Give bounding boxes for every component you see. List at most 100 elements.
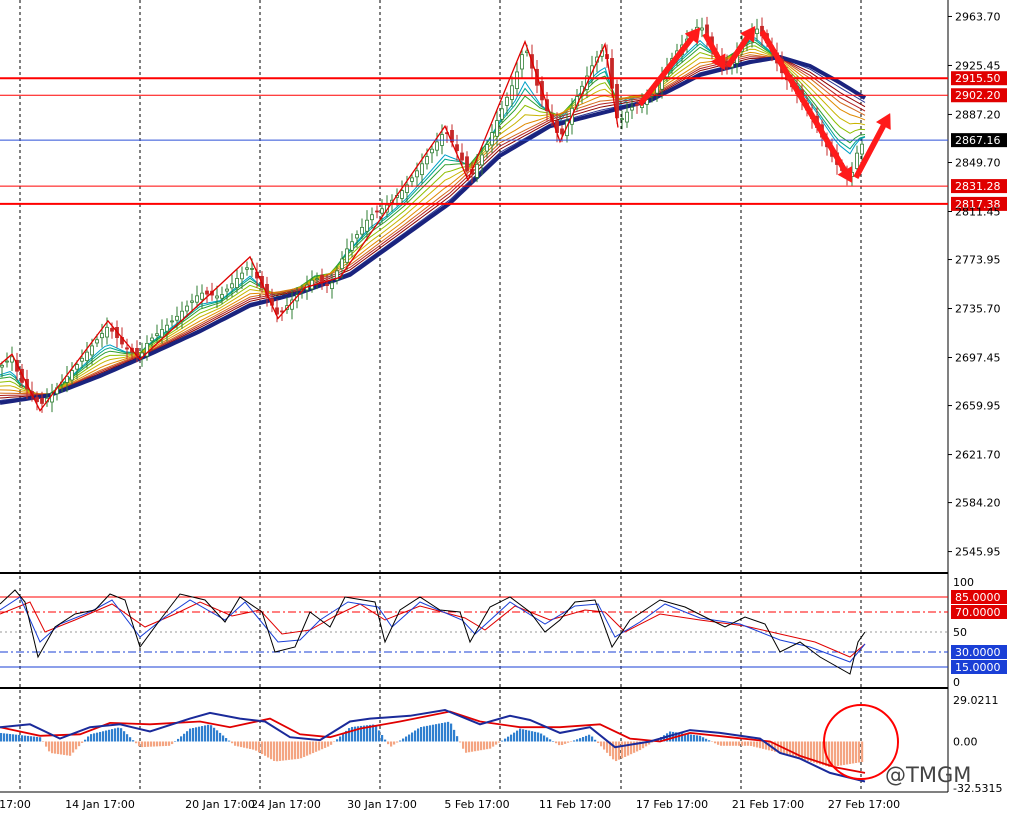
macd-hist-bar-180 <box>540 733 543 742</box>
macd-hist-bar-185 <box>555 741 558 744</box>
macd-hist-bar-26 <box>78 741 81 747</box>
macd-hist-bar-108 <box>324 741 327 748</box>
macd-hist-bar-160 <box>480 741 483 751</box>
candle-body-38 <box>190 300 194 303</box>
macd-hist-bar-248 <box>744 741 747 746</box>
candle-body-112 <box>560 128 564 135</box>
macd-hist-bar-243 <box>729 741 732 746</box>
macd-hist-bar-28 <box>84 739 87 742</box>
macd-hist-bar-205 <box>615 741 618 762</box>
macd-hist-bar-174 <box>522 729 525 742</box>
macd-hist-bar-49 <box>147 741 150 747</box>
macd-hist-bar-85 <box>255 741 258 751</box>
macd-hist-bar-245 <box>735 741 738 746</box>
level-tag-text-1: 2902.20 <box>955 89 1001 102</box>
macd-hist-bar-172 <box>516 730 519 742</box>
candle-body-72 <box>360 226 364 235</box>
macd-hist-bar-58 <box>174 741 177 742</box>
candle-body-85 <box>425 156 429 165</box>
macd-hist-bar-22 <box>66 741 69 756</box>
macd-hist-bar-129 <box>387 741 390 745</box>
macd-hist-bar-273 <box>819 741 822 765</box>
macd-hist-bar-284 <box>852 741 855 764</box>
macd-hist-bar-235 <box>705 738 708 742</box>
macd-hist-bar-61 <box>183 733 186 742</box>
macd-hist-bar-184 <box>552 741 555 742</box>
level-tag-text-3: 2831.28 <box>955 180 1001 193</box>
macd-hist-bar-183 <box>549 739 552 742</box>
macd-hist-bar-7 <box>21 735 24 742</box>
macd-hist-bar-239 <box>717 741 720 745</box>
macd-hist-bar-209 <box>627 741 630 756</box>
macd-hist-bar-113 <box>339 736 342 742</box>
macd-hist-bar-19 <box>57 741 60 755</box>
macd-hist-bar-135 <box>405 736 408 742</box>
candle-body-80 <box>400 190 404 199</box>
macd-hist-bar-149 <box>447 721 450 742</box>
macd-hist-bar-39 <box>117 727 120 742</box>
macd-hist-bar-278 <box>834 741 837 767</box>
price-tick-1: 2925.45 <box>955 59 1001 72</box>
macd-hist-bar-104 <box>312 741 315 754</box>
price-tick-0: 2963.70 <box>955 10 1001 23</box>
candle-body-14 <box>70 370 74 381</box>
macd-hist-bar-252 <box>756 741 759 748</box>
candle-body-74 <box>370 214 374 221</box>
macd-hist-bar-206 <box>618 741 621 760</box>
macd-hist-bar-138 <box>414 730 417 742</box>
macd-hist-bar-161 <box>483 741 486 750</box>
macd-hist-bar-94 <box>282 741 285 761</box>
macd-tick-1: 0.00 <box>953 735 978 748</box>
macd-hist-bar-247 <box>741 741 744 746</box>
macd-hist-bar-33 <box>99 731 102 742</box>
macd-hist-bar-134 <box>402 738 405 742</box>
macd-hist-bar-51 <box>153 741 156 747</box>
candle-body-104 <box>520 54 524 70</box>
macd-hist-bar-146 <box>438 723 441 742</box>
candle-body-15 <box>75 364 79 370</box>
macd-hist-bar-165 <box>495 741 498 745</box>
candle-body-30 <box>150 337 154 342</box>
macd-hist-bar-279 <box>837 741 840 766</box>
price-tick-11: 2545.95 <box>955 546 1001 559</box>
macd-hist-bar-34 <box>102 731 105 742</box>
macd-hist-bar-100 <box>300 741 303 759</box>
macd-hist-bar-262 <box>786 741 789 755</box>
macd-hist-bar-82 <box>246 741 249 749</box>
macd-hist-bar-98 <box>294 741 297 760</box>
macd-hist-bar-171 <box>513 732 516 742</box>
candle-body-49 <box>245 267 249 270</box>
candle-body-127 <box>635 103 639 106</box>
macd-hist-bar-140 <box>420 727 423 742</box>
macd-hist-bar-170 <box>510 734 513 742</box>
time-tick-6: 11 Feb 17:00 <box>539 798 611 811</box>
macd-hist-bar-241 <box>723 741 726 746</box>
macd-hist-bar-12 <box>36 736 39 742</box>
macd-hist-bar-187 <box>561 741 564 746</box>
macd-hist-bar-150 <box>450 723 453 742</box>
candle-body-86 <box>430 148 434 154</box>
candle-body-31 <box>155 333 159 336</box>
candle-body-45 <box>225 288 229 292</box>
macd-hist-bar-282 <box>846 741 849 765</box>
macd-hist-bar-101 <box>303 741 306 757</box>
macd-hist-bar-253 <box>759 741 762 749</box>
macd-hist-bar-45 <box>135 741 138 744</box>
macd-hist-bar-84 <box>252 741 255 750</box>
macd-hist-bar-76 <box>228 740 231 742</box>
macd-hist-bar-31 <box>93 733 96 742</box>
macd-hist-bar-54 <box>162 741 165 747</box>
candle-body-65 <box>325 283 329 286</box>
macd-hist-bar-93 <box>279 741 282 761</box>
macd-hist-bar-107 <box>321 741 324 750</box>
macd-hist-bar-152 <box>456 736 459 742</box>
candle-body-33 <box>165 324 169 332</box>
macd-hist-bar-2 <box>6 733 9 742</box>
macd-hist-bar-24 <box>72 741 75 753</box>
macd-hist-bar-186 <box>558 741 561 746</box>
macd-hist-bar-193 <box>579 738 582 742</box>
macd-hist-bar-168 <box>504 738 507 742</box>
candle-body-82 <box>410 177 414 182</box>
watermark: @TMGM <box>885 763 971 787</box>
macd-hist-bar-102 <box>306 741 309 756</box>
